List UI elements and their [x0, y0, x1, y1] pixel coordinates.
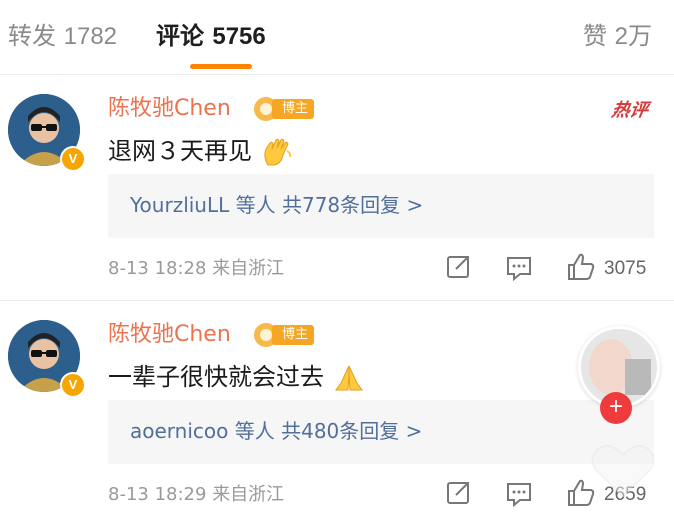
tab-reposts-label: 转发 [8, 22, 56, 50]
tab-comments-label: 评论 [156, 22, 204, 50]
tab-reposts[interactable]: 转发 1782 [8, 20, 117, 53]
like-count: 3075 [604, 258, 647, 279]
tab-likes[interactable]: 赞 2万 [583, 20, 652, 53]
comment-location: 来自浙江 [212, 258, 285, 279]
reply-preview[interactable]: YourzliuLL 等人 共778条回复 > [108, 174, 654, 238]
follow-plus-button[interactable]: + [600, 392, 632, 424]
like-icon[interactable] [566, 252, 596, 282]
comment-item: V 陈牧驰Chen 博主 热评 退网３天再见 YourzliuLL 等人 共77… [0, 74, 674, 300]
verified-badge-icon: V [60, 146, 86, 172]
author-badge-label: 博主 [272, 99, 315, 119]
tab-bar: 转发 1782 评论 5756 赞 2万 [0, 0, 674, 74]
author-badge-label: 博主 [272, 325, 315, 345]
tab-likes-label: 赞 [583, 22, 607, 50]
reply-count-link[interactable]: 共778条回复 > [282, 193, 423, 217]
comment-item: V 陈牧驰Chen 博主 一辈子很快就会过去 aoernicoo 等人 共480… [0, 300, 674, 526]
tab-likes-count: 2万 [614, 23, 652, 50]
blurred-area [625, 359, 651, 395]
author-badge: 博主 [254, 96, 320, 122]
reply-count-link[interactable]: 共480条回复 > [281, 419, 422, 443]
tab-comments-count: 5756 [212, 23, 266, 50]
comment-text-content: 一辈子很快就会过去 [108, 363, 324, 391]
share-icon[interactable] [446, 252, 472, 282]
waving-hand-icon [264, 138, 291, 166]
tab-comments[interactable]: 评论 5756 [156, 20, 266, 53]
comment-username[interactable]: 陈牧驰Chen [108, 94, 231, 124]
comment-time: 8-13 18:28 [108, 258, 207, 279]
verified-badge-icon: V [60, 372, 86, 398]
comment-username[interactable]: 陈牧驰Chen [108, 320, 231, 350]
comment-meta: 8-13 18:28 来自浙江 [108, 256, 284, 282]
comment-location: 来自浙江 [212, 484, 285, 505]
tab-reposts-count: 1782 [63, 23, 118, 50]
comment-time: 8-13 18:29 [108, 484, 207, 505]
comment-meta: 8-13 18:29 来自浙江 [108, 482, 284, 508]
reply-preview[interactable]: aoernicoo 等人 共480条回复 > [108, 400, 654, 464]
share-icon[interactable] [446, 478, 472, 508]
hot-comment-badge: 热评 [609, 100, 650, 121]
author-badge: 博主 [254, 322, 320, 348]
comment-icon[interactable] [506, 252, 532, 282]
reply-users: aoernicoo 等人 [130, 419, 275, 443]
comment-text: 退网３天再见 [108, 134, 294, 168]
active-tab-indicator [190, 64, 252, 69]
heart-icon [591, 445, 655, 498]
reply-users: YourzliuLL 等人 [130, 193, 276, 217]
folded-hands-icon [334, 365, 363, 391]
comment-text: 一辈子很快就会过去 [108, 360, 366, 394]
comment-text-content: 退网３天再见 [108, 137, 252, 165]
comment-icon[interactable] [506, 478, 532, 508]
